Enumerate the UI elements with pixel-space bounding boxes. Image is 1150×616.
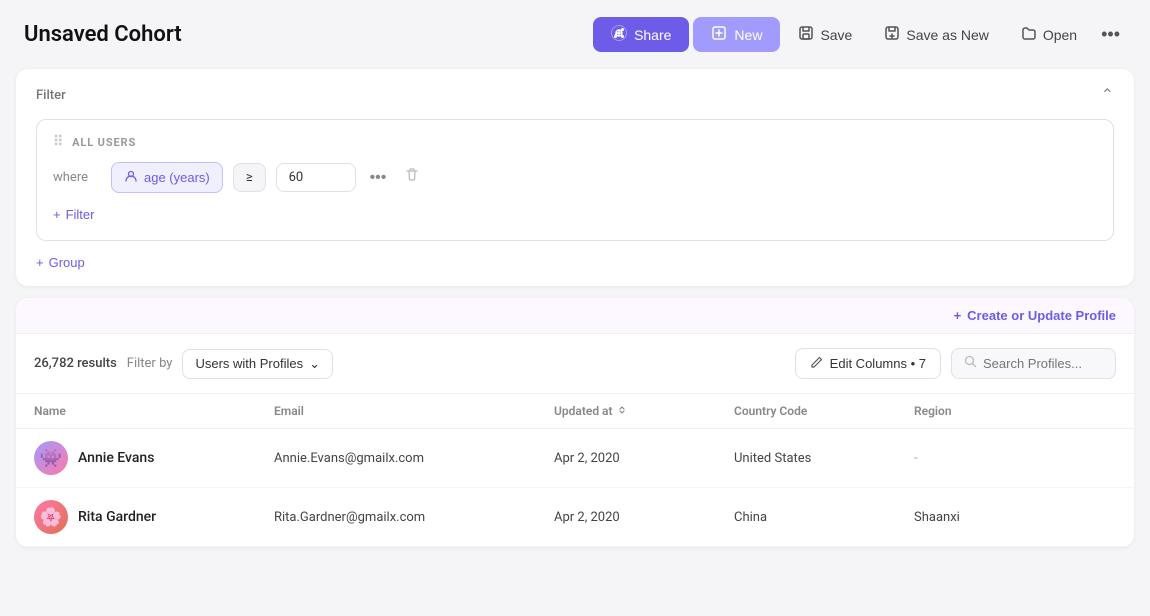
group-label: ⠿ ALL USERS <box>53 134 1097 150</box>
open-icon <box>1021 25 1037 44</box>
share-icon <box>611 25 627 44</box>
user-name-rita: Rita Gardner <box>78 509 156 525</box>
add-filter-label: Filter <box>66 207 95 222</box>
save-as-new-button[interactable]: Save as New <box>870 17 1002 52</box>
th-region: Region <box>914 404 1116 418</box>
save-icon <box>798 25 814 44</box>
plus-group-icon: + <box>36 255 44 270</box>
edit-columns-label: Edit Columns • 7 <box>830 356 926 371</box>
filter-card: Filter ⌃ ⠿ ALL USERS where age (years) ≥… <box>16 69 1134 286</box>
updated-at-annie: Apr 2, 2020 <box>554 451 734 466</box>
filter-more-icon: ••• <box>370 169 387 186</box>
person-icon <box>124 169 138 186</box>
search-icon <box>964 355 977 372</box>
create-profile-bar: + Create or Update Profile <box>16 298 1134 334</box>
plus-profile-icon: + <box>954 308 962 323</box>
page-title: Unsaved Cohort <box>24 22 593 47</box>
more-options-button[interactable]: ••• <box>1095 16 1126 53</box>
new-button[interactable]: New <box>693 17 780 52</box>
th-name: Name <box>34 404 274 418</box>
email-rita: Rita.Gardner@gmailx.com <box>274 510 554 525</box>
filter-card-label: Filter <box>36 88 66 103</box>
filter-operator: ≥ <box>233 163 266 192</box>
save-button[interactable]: Save <box>784 17 866 52</box>
add-group-button[interactable]: + Group <box>36 249 85 270</box>
search-profiles-input[interactable] <box>983 356 1103 371</box>
region-annie: - <box>914 451 1116 466</box>
create-profile-label: Create or Update Profile <box>967 308 1116 323</box>
user-cell-annie: 👾 Annie Evans <box>34 441 274 475</box>
create-profile-button[interactable]: + Create or Update Profile <box>954 308 1116 323</box>
new-label: New <box>734 27 762 43</box>
where-label: where <box>53 170 101 185</box>
add-group-label: Group <box>49 255 85 270</box>
trash-icon <box>404 170 420 187</box>
avatar-annie: 👾 <box>34 441 68 475</box>
filter-field-button[interactable]: age (years) <box>111 162 223 193</box>
email-annie: Annie.Evans@gmailx.com <box>274 451 554 466</box>
drag-handle-icon[interactable]: ⠿ <box>53 134 64 150</box>
user-cell-rita: 🌸 Rita Gardner <box>34 500 274 534</box>
plus-icon: + <box>53 207 61 222</box>
user-name-annie: Annie Evans <box>78 450 154 466</box>
country-annie: United States <box>734 451 914 466</box>
avatar-rita: 🌸 <box>34 500 68 534</box>
filter-card-header: Filter ⌃ <box>36 85 1114 105</box>
results-toolbar: 26,782 results Filter by Users with Prof… <box>16 334 1134 394</box>
table-row: 🌸 Rita Gardner Rita.Gardner@gmailx.com A… <box>16 488 1134 547</box>
open-label: Open <box>1043 27 1077 43</box>
results-count: 26,782 results <box>34 356 117 371</box>
sort-icon <box>617 404 627 418</box>
all-users-group: ⠿ ALL USERS where age (years) ≥ 60 ••• <box>36 119 1114 241</box>
open-button[interactable]: Open <box>1007 17 1091 52</box>
save-as-new-label: Save as New <box>906 27 988 43</box>
filter-value: 60 <box>276 163 356 192</box>
filter-by-label: Filter by <box>127 356 173 371</box>
save-label: Save <box>820 27 852 43</box>
pencil-icon <box>810 355 824 372</box>
filter-toggle-button[interactable]: ⌃ <box>1101 85 1114 105</box>
region-rita: Shaanxi <box>914 510 1116 525</box>
th-email: Email <box>274 404 554 418</box>
table-row: 👾 Annie Evans Annie.Evans@gmailx.com Apr… <box>16 429 1134 488</box>
profiles-dropdown-button[interactable]: Users with Profiles ⌄ <box>182 349 333 379</box>
th-updated-at[interactable]: Updated at <box>554 404 734 418</box>
table-header: Name Email Updated at Country Code Regio… <box>16 394 1134 429</box>
page-header: Unsaved Cohort Share New Save Save as Ne… <box>0 0 1150 69</box>
filter-row: where age (years) ≥ 60 ••• <box>53 162 1097 193</box>
add-filter-button[interactable]: + Filter <box>53 203 94 226</box>
filter-more-button[interactable]: ••• <box>366 165 391 191</box>
edit-columns-button[interactable]: Edit Columns • 7 <box>795 348 941 379</box>
profiles-dropdown-label: Users with Profiles <box>195 356 303 371</box>
more-icon: ••• <box>1101 24 1120 44</box>
th-country-code: Country Code <box>734 404 914 418</box>
chevron-up-icon: ⌃ <box>1101 87 1114 104</box>
header-actions: Share New Save Save as New Open <box>593 16 1126 53</box>
share-button[interactable]: Share <box>593 17 689 52</box>
new-icon <box>711 25 727 44</box>
updated-at-rita: Apr 2, 2020 <box>554 510 734 525</box>
results-card: + Create or Update Profile 26,782 result… <box>16 298 1134 547</box>
save-as-new-icon <box>884 25 900 44</box>
filter-delete-button[interactable] <box>400 163 424 192</box>
filter-field-label: age (years) <box>144 170 210 185</box>
search-profiles-container[interactable] <box>951 348 1116 379</box>
chevron-down-icon: ⌄ <box>309 356 320 372</box>
share-label: Share <box>634 27 671 43</box>
country-rita: China <box>734 510 914 525</box>
group-label-text: ALL USERS <box>72 136 136 149</box>
